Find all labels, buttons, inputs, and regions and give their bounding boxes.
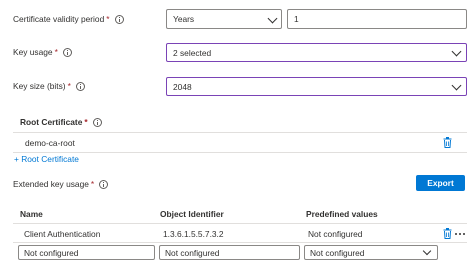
cell-text: Client Authentication — [24, 229, 101, 239]
required-marker: * — [67, 81, 71, 91]
more-icon[interactable] — [455, 233, 465, 235]
column-header-predefined: Predefined values — [306, 208, 378, 220]
column-header-oid: Object Identifier — [160, 208, 224, 220]
add-root-certificate-label: + Root Certificate — [14, 154, 79, 164]
new-eku-predefined-select[interactable]: Not configured — [304, 245, 438, 260]
export-button-label: Export — [427, 178, 454, 188]
required-marker: * — [54, 47, 58, 57]
key-size-label-row: Key size (bits) * — [13, 80, 85, 92]
export-button[interactable]: Export — [416, 175, 465, 191]
input-text: Not configured — [24, 247, 79, 258]
cell-text: Not configured — [308, 229, 363, 239]
divider — [13, 132, 467, 133]
validity-number-value: 1 — [294, 14, 299, 24]
divider — [13, 223, 467, 224]
cell-text: 1.3.6.1.5.5.7.3.2 — [163, 229, 224, 239]
trash-icon[interactable] — [443, 137, 452, 148]
divider — [13, 152, 467, 153]
required-marker: * — [84, 117, 88, 127]
column-header-label: Predefined values — [306, 209, 378, 219]
key-usage-label: Key usage — [13, 47, 53, 57]
info-icon[interactable] — [99, 179, 109, 189]
row-predefined: Not configured — [308, 228, 362, 240]
validity-unit-value: Years — [173, 14, 195, 24]
row-oid: 1.3.6.1.5.5.7.3.2 — [163, 228, 224, 240]
required-marker: * — [90, 179, 95, 189]
new-eku-name-input[interactable]: Not configured — [18, 245, 155, 260]
root-certificate-heading: Root Certificate — [20, 117, 83, 127]
key-usage-value: 2 selected — [173, 47, 212, 58]
column-header-label: Object Identifier — [160, 209, 224, 219]
info-icon[interactable] — [62, 47, 72, 57]
divider — [13, 242, 467, 243]
row-name: Client Authentication — [24, 228, 100, 240]
chevron-down-icon — [451, 80, 462, 91]
key-usage-dropdown[interactable]: 2 selected — [166, 43, 467, 62]
key-size-value: 2048 — [173, 81, 192, 92]
trash-icon[interactable] — [443, 228, 452, 239]
chevron-down-icon — [451, 46, 462, 57]
root-certificate-name: demo-ca-root — [25, 138, 75, 148]
required-marker: * — [106, 14, 110, 24]
key-size-dropdown[interactable]: 2048 — [166, 77, 467, 96]
validity-label-row: Certificate validity period * — [13, 13, 124, 25]
chevron-down-icon — [422, 246, 432, 256]
chevron-down-icon — [267, 13, 278, 24]
root-certificate-item: demo-ca-root — [25, 137, 75, 149]
info-icon[interactable] — [92, 117, 102, 127]
add-root-certificate-link[interactable]: + Root Certificate — [14, 153, 79, 165]
eku-label: Extended key usage — [13, 179, 89, 189]
select-value: Not configured — [310, 247, 365, 258]
new-eku-oid-input[interactable]: Not configured — [159, 245, 300, 260]
info-icon[interactable] — [114, 14, 124, 24]
key-usage-label-row: Key usage * — [13, 46, 72, 58]
validity-unit-select[interactable]: Years — [166, 9, 282, 29]
column-header-name: Name — [20, 208, 43, 220]
validity-label: Certificate validity period — [13, 14, 105, 24]
validity-number-input[interactable]: 1 — [287, 9, 467, 29]
root-certificate-heading-row: Root Certificate * — [20, 116, 102, 128]
input-text: Not configured — [165, 247, 220, 258]
key-size-label: Key size (bits) — [13, 81, 66, 91]
info-icon[interactable] — [75, 81, 85, 91]
eku-label-row: Extended key usage * — [13, 178, 109, 190]
column-header-label: Name — [20, 209, 43, 219]
